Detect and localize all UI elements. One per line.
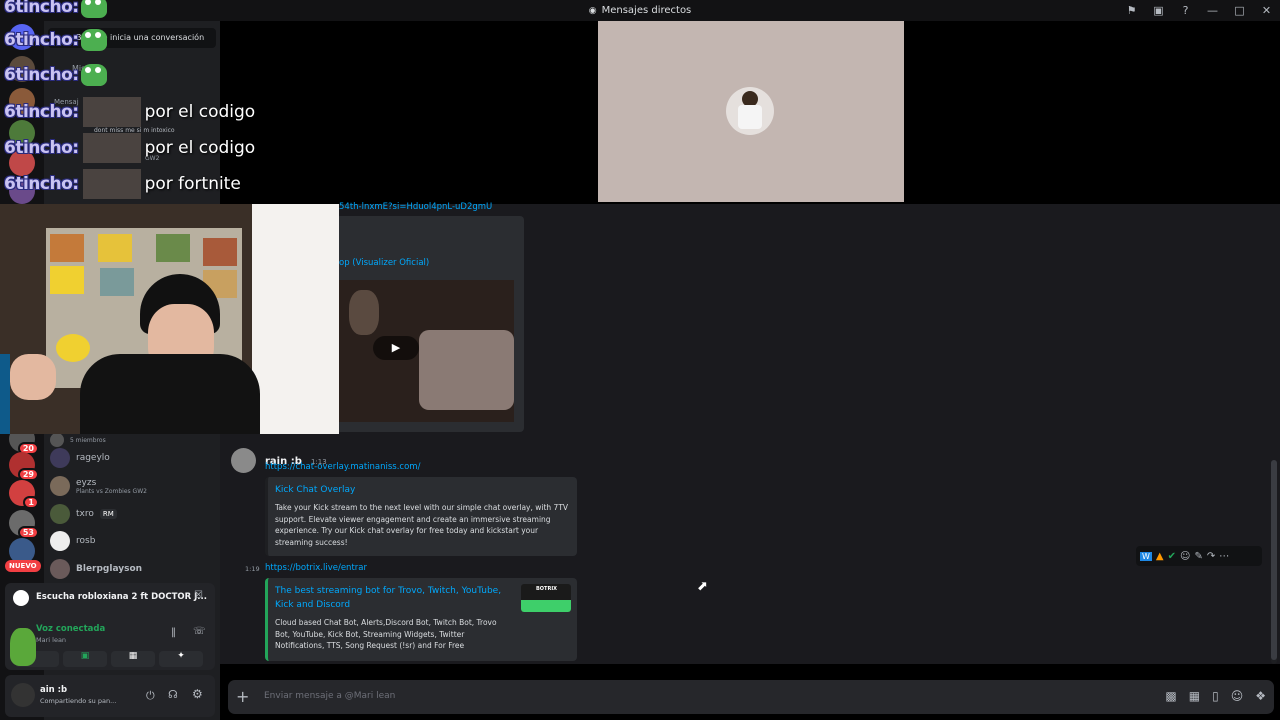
activity-icon (13, 590, 29, 606)
embed-thumbnail[interactable]: BOTRIX (521, 584, 571, 612)
scrollbar-thumb[interactable] (1271, 460, 1277, 660)
overlay-chat-line: 6tincho: por el codigo (4, 133, 255, 163)
role-badge: RM (99, 509, 117, 519)
inbox-flag-icon[interactable]: ⚑ (1118, 4, 1145, 17)
dm-icon: ◉ (588, 5, 597, 16)
voice-panel: Escucha robloxiana 2 ft DOCTOR J... ☒ Vo… (5, 583, 215, 670)
window-controls: ⚑ ▣ ? — □ ✕ (1118, 0, 1280, 21)
edit-icon[interactable]: ✎ (1194, 551, 1202, 562)
dm-list-item[interactable]: txro RM (50, 502, 216, 526)
unread-badge: 1 (23, 496, 39, 509)
overlay-frog-sticker (10, 628, 36, 666)
microphone-icon[interactable]: ⏻ (146, 689, 155, 703)
link-embed: The best streaming bot for Trovo, Twitch… (265, 578, 577, 661)
screen-share-icon[interactable]: ▣ (1145, 4, 1172, 17)
avatar (50, 504, 70, 524)
disconnect-icon[interactable]: ☏ (193, 626, 206, 637)
embed-title[interactable]: The best streaming bot for Trovo, Twitch… (275, 584, 511, 612)
dm-list-item[interactable]: rosb (50, 529, 216, 553)
minimize-icon[interactable]: — (1199, 4, 1226, 17)
apps-icon[interactable]: ❖ (1255, 689, 1266, 703)
settings-gear-icon[interactable]: ⚙ (192, 687, 203, 701)
emote-thumbnail (82, 133, 141, 163)
frog-emote-icon (80, 0, 107, 18)
embed-description: Take your Kick stream to the next level … (275, 503, 569, 547)
overlay-chat-line: 6tincho: (4, 25, 107, 55)
soundboard-button[interactable]: ✦ (159, 651, 203, 667)
window-title: ◉ Mensajes directos (588, 5, 692, 16)
emote-thumbnail (82, 169, 141, 199)
embed-title[interactable]: Kick Chat Overlay (275, 483, 571, 497)
dm-list-item[interactable]: Blerpglayson (50, 557, 216, 581)
username[interactable]: ain :b (40, 685, 67, 695)
avatar[interactable] (11, 683, 35, 707)
voice-signal-icon[interactable]: ‖ (171, 627, 176, 638)
overlay-chat-line: 6tincho: (4, 60, 107, 90)
message-link[interactable]: https://botrix.live/entrar (265, 563, 367, 573)
avatar (50, 531, 70, 551)
stream-chat-overlay: 6tincho: 6tincho: 6tincho: 6tincho: por … (0, 0, 260, 204)
message-link[interactable]: https://chat-overlay.matinaniss.com/ (265, 462, 420, 472)
emote-thumbnail (82, 97, 141, 127)
message-input[interactable]: Enviar mensaje a @Mari lean (264, 691, 395, 701)
activity-text[interactable]: Escucha robloxiana 2 ft DOCTOR J... (36, 592, 207, 602)
user-status: Compartiendo su pan... (40, 697, 117, 705)
message-link[interactable]: 54th-lnxmE?si=Hduol4pnL-uD2gmU (339, 202, 492, 212)
voice-status[interactable]: Voz conectada (36, 624, 105, 634)
mouse-cursor-icon: ⬈ (697, 579, 708, 594)
maximize-icon[interactable]: □ (1226, 4, 1253, 17)
frog-emote-icon (80, 64, 107, 86)
more-options-icon[interactable]: ⋯ (1219, 551, 1229, 562)
avatar (50, 433, 64, 447)
help-icon[interactable]: ? (1172, 4, 1199, 17)
activity-close-icon[interactable]: ☒ (194, 590, 203, 601)
stream-avatar (726, 87, 774, 135)
forward-icon[interactable]: ↷ (1207, 551, 1215, 562)
webcam-overlay (0, 204, 339, 434)
gif-icon[interactable]: ▦ (1189, 689, 1200, 703)
avatar[interactable] (231, 448, 256, 473)
voice-channel[interactable]: Mari lean (36, 636, 66, 644)
headphones-icon[interactable]: ☊ (168, 688, 178, 701)
message-composer: + Enviar mensaje a @Mari lean ▩ ▦ ▯ ☺ ❖ (228, 680, 1274, 714)
sticker-icon[interactable]: ▯ (1212, 689, 1219, 703)
emoji-icon[interactable]: ☺ (1231, 689, 1244, 703)
avatar (50, 559, 70, 579)
dm-list-item[interactable]: rageylo (50, 446, 216, 470)
guild-icon[interactable]: 29 (9, 452, 39, 481)
guild-icon[interactable]: 1 (9, 480, 39, 509)
overlay-chat-line: 6tincho: por el codigo (4, 97, 255, 127)
guild-icon[interactable]: 53 (9, 510, 39, 539)
overlay-chat-line: 6tincho: (4, 0, 107, 22)
link-embed: Kick Chat Overlay Take your Kick stream … (265, 477, 577, 556)
reaction-w-icon[interactable]: W (1140, 551, 1152, 561)
user-panel: ain :b Compartiendo su pan... ⏻ ☊ ⚙ (5, 675, 215, 717)
add-reaction-icon[interactable]: ☺ (1180, 551, 1190, 562)
activities-button[interactable]: ▦ (111, 651, 155, 667)
play-icon[interactable]: ▶ (373, 336, 419, 360)
message-timestamp: 1:19 (245, 565, 260, 573)
youtube-embed: op (Visualizer Oficial) ▶ (336, 216, 524, 432)
screen-share-button[interactable]: ▣ (63, 651, 107, 667)
message-action-bar: W ▲ ✔ ☺ ✎ ↷ ⋯ (1136, 546, 1262, 566)
add-attachment-icon[interactable]: + (236, 687, 249, 706)
video-thumbnail[interactable]: ▶ (339, 280, 514, 422)
dm-list-item[interactable]: eyzs Plants vs Zombies GW2 (50, 474, 216, 498)
avatar (50, 448, 70, 468)
new-badge: NUEVO (5, 560, 41, 572)
close-icon[interactable]: ✕ (1253, 4, 1280, 17)
embed-title[interactable]: op (Visualizer Oficial) (339, 258, 429, 268)
embed-description: Cloud based Chat Bot, Alerts,Discord Bot… (275, 618, 497, 650)
gift-icon[interactable]: ▩ (1165, 689, 1176, 703)
avatar (50, 476, 70, 496)
frog-emote-icon (80, 29, 107, 51)
reaction-check-icon[interactable]: ✔ (1168, 551, 1176, 562)
overlay-chat-line: 6tincho: por fortnite (4, 169, 241, 199)
reaction-fire-icon[interactable]: ▲ (1156, 551, 1164, 562)
